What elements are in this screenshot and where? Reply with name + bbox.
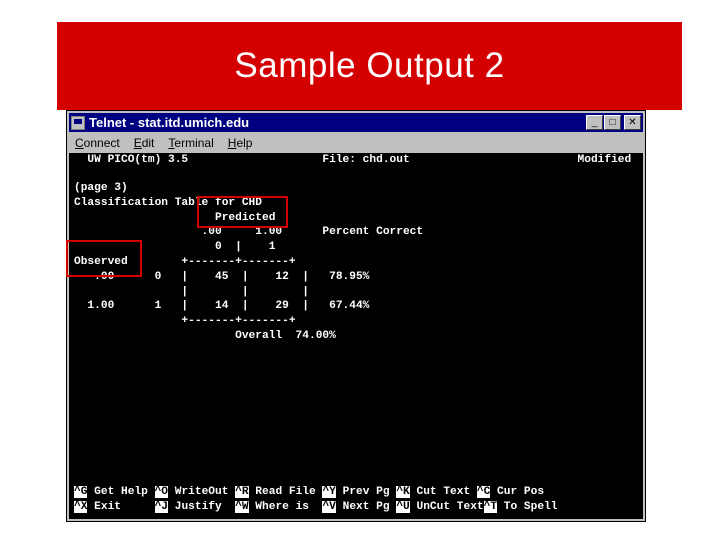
pico-shortcut-key[interactable]: ^K <box>396 486 410 499</box>
pico-text-buffer: (page 3) Classification Table for CHD Pr… <box>74 182 424 342</box>
pico-shortcut-label: Where is <box>248 501 323 514</box>
pico-shortcut-key[interactable]: ^Y <box>322 486 336 499</box>
pico-shortcut-label: Justify <box>168 501 236 514</box>
close-button[interactable]: ✕ <box>624 115 641 130</box>
menu-item-help[interactable]: Help <box>228 136 253 150</box>
pico-shortcut-row: ^X Exit ^J Justify ^W Where is ^V Next P… <box>74 500 643 515</box>
pico-shortcut-key[interactable]: ^W <box>235 501 249 514</box>
window-menubar: Connect Edit Terminal Help <box>69 134 643 152</box>
maximize-button[interactable]: □ <box>604 115 621 130</box>
pico-shortcut-key[interactable]: ^O <box>154 486 169 499</box>
pico-shortcut-key[interactable]: ^T <box>483 501 498 514</box>
window-title: Telnet - stat.itd.umich.edu <box>89 115 250 130</box>
menu-item-terminal[interactable]: Terminal <box>168 136 213 150</box>
slide-canvas: Sample Output 2 Telnet - stat.itd.umich.… <box>0 0 720 540</box>
pico-shortcut-label: Get Help <box>87 486 155 499</box>
pico-shortcut-key[interactable]: ^C <box>476 486 491 499</box>
pico-shortcut-label: Prev Pg <box>335 486 397 499</box>
menu-item-connect[interactable]: Connect <box>75 136 120 150</box>
pico-shortcut-label: Next Pg <box>335 501 397 514</box>
window-titlebar[interactable]: Telnet - stat.itd.umich.edu _ □ ✕ <box>69 113 643 132</box>
pico-shortcut-row: ^G Get Help ^O WriteOut ^R Read File ^Y … <box>74 485 643 500</box>
pico-shortcut-key[interactable]: ^X <box>74 501 88 514</box>
page-title: Sample Output 2 <box>234 46 505 85</box>
title-banner: Sample Output 2 <box>57 22 682 110</box>
pico-shortcut-label: WriteOut <box>168 486 236 499</box>
pico-status-line: UW PICO(tm) 3.5 File: chd.out Modified <box>74 154 632 166</box>
pico-shortcut-label: Exit <box>87 501 155 514</box>
pico-shortcut-label: UnCut Text <box>409 501 484 514</box>
pico-shortcut-key[interactable]: ^U <box>396 501 410 514</box>
pico-shortcut-key[interactable]: ^G <box>74 486 88 499</box>
terminal-screen[interactable]: UW PICO(tm) 3.5 File: chd.out Modified (… <box>69 153 643 519</box>
pico-shortcut-key[interactable]: ^J <box>154 501 169 514</box>
pico-shortcut-bar: ^G Get Help ^O WriteOut ^R Read File ^Y … <box>69 485 643 515</box>
pico-shortcut-label: Cur Pos <box>490 486 545 499</box>
telnet-icon <box>71 115 85 130</box>
pico-shortcut-label: To Spell <box>497 501 558 514</box>
pico-shortcut-label: Cut Text <box>409 486 477 499</box>
pico-shortcut-label: Read File <box>248 486 323 499</box>
minimize-button[interactable]: _ <box>586 115 603 130</box>
telnet-window: Telnet - stat.itd.umich.edu _ □ ✕ Connec… <box>66 110 646 522</box>
pico-shortcut-key[interactable]: ^R <box>235 486 249 499</box>
pico-shortcut-key[interactable]: ^V <box>322 501 336 514</box>
menu-item-edit[interactable]: Edit <box>134 136 155 150</box>
